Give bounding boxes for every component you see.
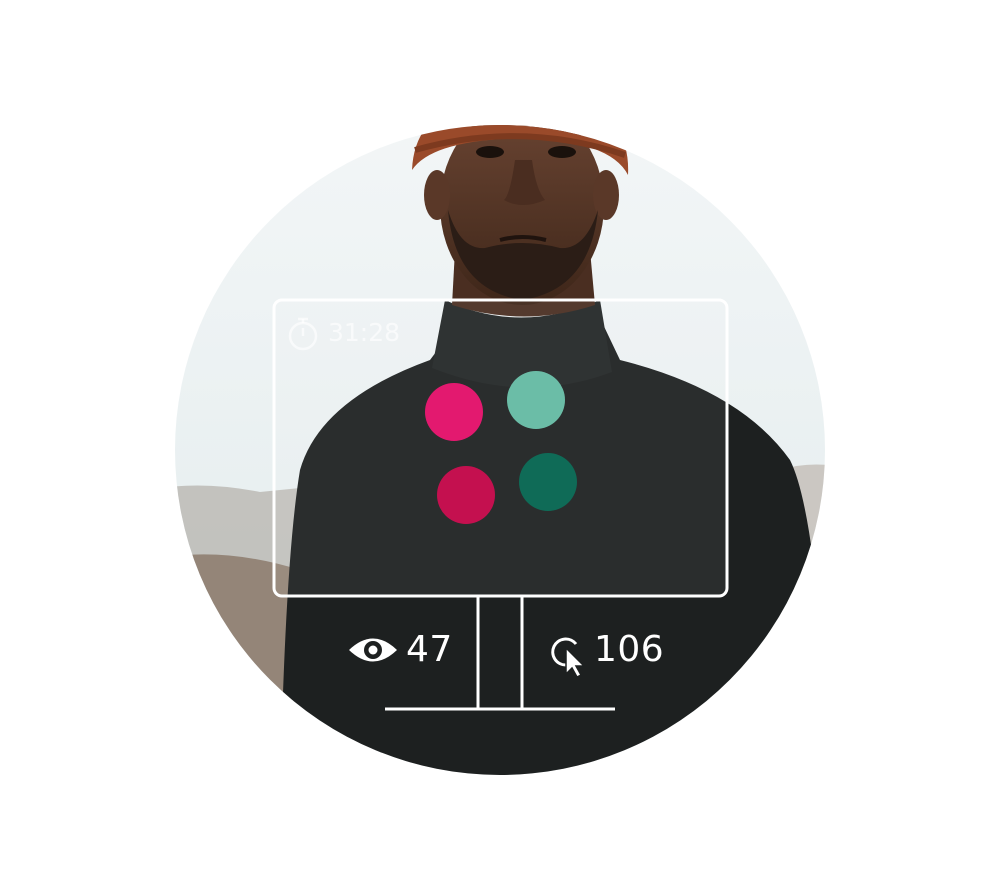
color-dot	[425, 383, 483, 441]
session-timer: 31:28	[328, 318, 401, 347]
portrait-photo	[175, 125, 825, 775]
eye-icon	[349, 638, 397, 662]
views-count: 47	[406, 629, 453, 670]
color-dot	[437, 466, 495, 524]
clicks-count: 106	[594, 629, 665, 670]
stopwatch-icon	[288, 317, 318, 351]
color-dot	[507, 371, 565, 429]
hero-illustration: 31:28 47 106	[0, 0, 1000, 895]
click-cursor-icon	[551, 637, 586, 678]
color-dot	[519, 453, 577, 511]
